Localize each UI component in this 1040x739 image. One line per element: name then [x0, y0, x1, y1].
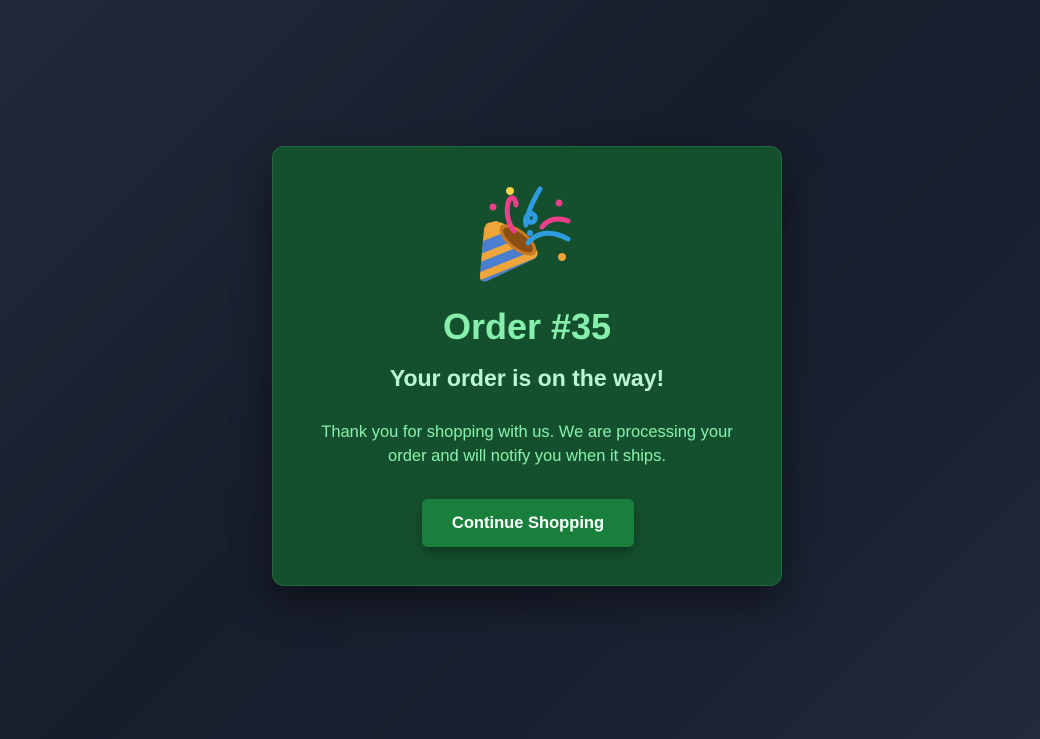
- confirmation-message: Thank you for shopping with us. We are p…: [321, 423, 733, 465]
- continue-shopping-button[interactable]: Continue Shopping: [422, 499, 634, 547]
- order-status-heading: Your order is on the way!: [389, 365, 665, 391]
- party-popper-icon: [479, 186, 571, 282]
- order-confirmation-card: Order #35 Your order is on the way! Than…: [272, 146, 782, 586]
- order-title: Order #35: [442, 306, 612, 347]
